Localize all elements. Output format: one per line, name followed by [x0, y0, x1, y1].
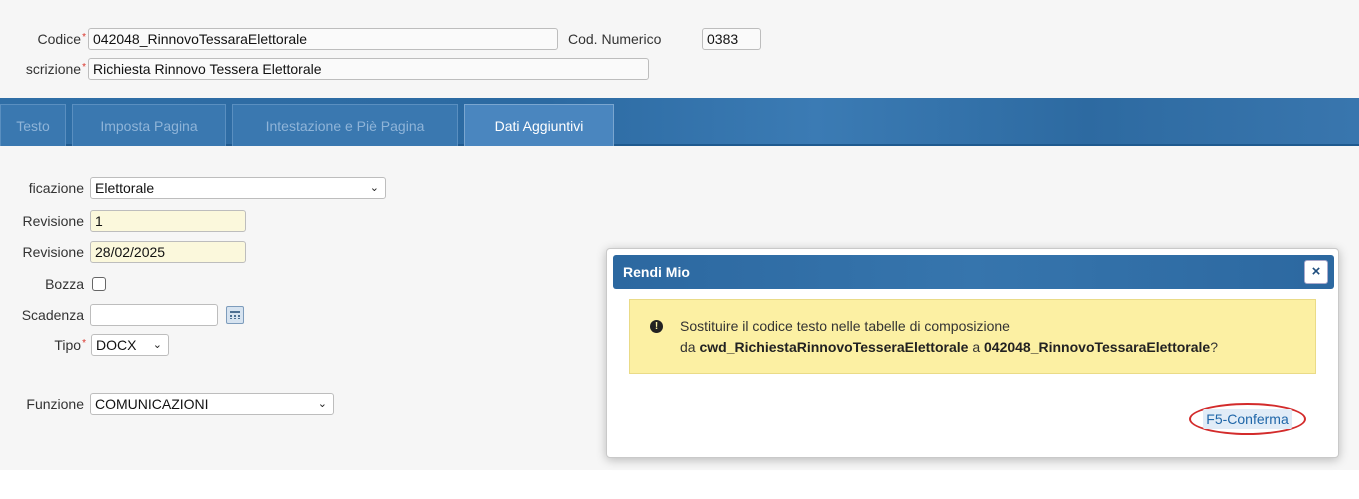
bozza-checkbox[interactable] [92, 277, 106, 291]
classificazione-label: ficazione [28, 180, 84, 196]
scadenza-input[interactable] [90, 304, 218, 326]
dialog-title: Rendi Mio [623, 264, 690, 280]
codice-label: Codice* [37, 31, 87, 47]
descrizione-input[interactable]: Richiesta Rinnovo Tessera Elettorale [88, 58, 649, 80]
tab-intestazione-pie-pagina[interactable]: Intestazione e Piè Pagina [232, 104, 458, 146]
message-line-1: Sostituire il codice testo nelle tabelle… [680, 318, 1010, 334]
calendar-icon[interactable] [226, 306, 244, 324]
classificazione-select[interactable]: Elettorale ⌄ [90, 177, 386, 199]
data-revisione-label: Revisione [22, 244, 84, 260]
tab-testo[interactable]: Testo [0, 104, 66, 146]
tab-imposta-pagina[interactable]: Imposta Pagina [72, 104, 226, 146]
data-revisione-input[interactable]: 28/02/2025 [90, 241, 246, 263]
tipo-value: DOCX [96, 337, 137, 353]
funzione-value: COMUNICAZIONI [95, 396, 209, 412]
tipo-select[interactable]: DOCX ⌄ [91, 334, 169, 356]
codice-input[interactable]: 042048_RinnovoTessaraElettorale [88, 28, 558, 50]
confirm-message-box: ! Sostituire il codice testo nelle tabel… [629, 299, 1316, 374]
num-revisione-input[interactable]: 1 [90, 210, 246, 232]
descrizione-label: scrizione* [25, 61, 86, 77]
chevron-down-icon: ⌄ [369, 182, 379, 194]
chevron-down-icon: ⌄ [152, 339, 162, 351]
bozza-label: Bozza [45, 276, 84, 292]
message-line-2: da cwd_RichiestaRinnovoTesseraElettorale… [680, 339, 1218, 355]
info-icon: ! [650, 320, 663, 333]
tab-dati-aggiuntivi[interactable]: Dati Aggiuntivi [464, 104, 614, 146]
tipo-label: Tipo* [54, 337, 86, 353]
confirm-button[interactable]: F5-Conferma [1189, 403, 1306, 435]
funzione-label: Funzione [26, 396, 84, 412]
scadenza-label: Scadenza [21, 307, 84, 323]
dialog-header: Rendi Mio × [613, 255, 1334, 289]
tab-bar: Testo Imposta Pagina Intestazione e Piè … [0, 98, 1359, 146]
source-code: cwd_RichiestaRinnovoTesseraElettorale [699, 339, 969, 355]
cod-numerico-input[interactable]: 0383 [702, 28, 761, 50]
target-code: 042048_RinnovoTessaraElettorale [984, 339, 1211, 355]
num-revisione-label: Revisione [22, 213, 84, 229]
rendi-mio-dialog: Rendi Mio × ! Sostituire il codice testo… [606, 248, 1339, 458]
classificazione-value: Elettorale [95, 180, 155, 196]
chevron-down-icon: ⌄ [317, 398, 327, 410]
funzione-select[interactable]: COMUNICAZIONI ⌄ [90, 393, 334, 415]
close-icon[interactable]: × [1304, 260, 1328, 284]
cod-numerico-label: Cod. Numerico [568, 31, 662, 47]
